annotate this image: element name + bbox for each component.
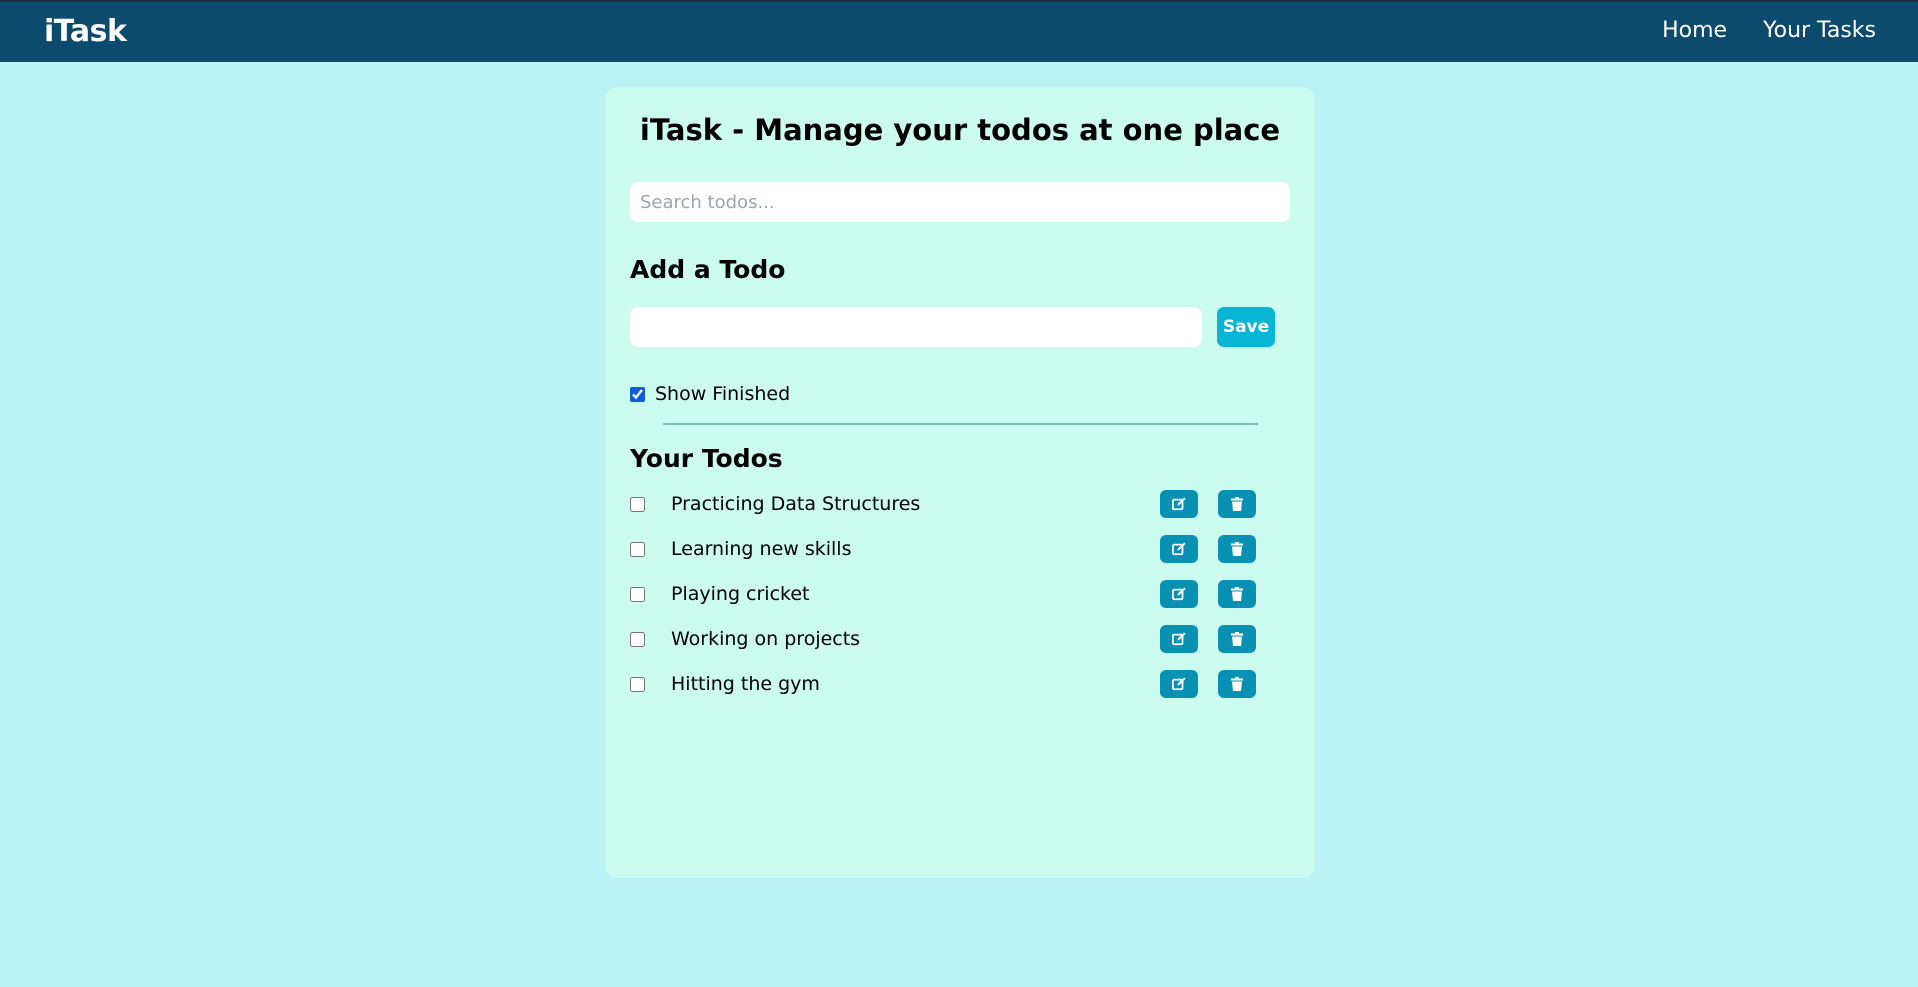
trash-icon: [1231, 677, 1243, 691]
nav-home-link[interactable]: Home: [1662, 18, 1727, 43]
todo-text: Working on projects: [671, 628, 861, 650]
trash-icon: [1231, 497, 1243, 511]
delete-button[interactable]: [1218, 625, 1256, 653]
delete-button[interactable]: [1218, 580, 1256, 608]
todo-item: Working on projects: [630, 622, 1270, 667]
nav-links: Home Your Tasks: [1662, 18, 1876, 43]
todo-item: Practicing Data Structures: [630, 487, 1270, 532]
delete-button[interactable]: [1218, 535, 1256, 563]
add-todo-heading: Add a Todo: [630, 255, 786, 284]
todo-checkbox[interactable]: [630, 542, 645, 557]
edit-icon: [1172, 497, 1186, 511]
edit-button[interactable]: [1160, 490, 1198, 518]
trash-icon: [1231, 632, 1243, 646]
todo-text: Learning new skills: [671, 538, 852, 560]
edit-button[interactable]: [1160, 535, 1198, 563]
edit-icon: [1172, 587, 1186, 601]
todo-item: Hitting the gym: [630, 667, 1270, 712]
page-title: iTask - Manage your todos at one place: [639, 113, 1281, 147]
edit-icon: [1172, 677, 1186, 691]
edit-button[interactable]: [1160, 625, 1198, 653]
edit-button[interactable]: [1160, 670, 1198, 698]
trash-icon: [1231, 587, 1243, 601]
nav-your-tasks-link[interactable]: Your Tasks: [1763, 18, 1876, 43]
your-todos-heading: Your Todos: [630, 444, 783, 473]
todo-checkbox[interactable]: [630, 677, 645, 692]
todo-card: iTask - Manage your todos at one place A…: [605, 87, 1315, 878]
todo-checkbox[interactable]: [630, 497, 645, 512]
edit-icon: [1172, 632, 1186, 646]
divider: [663, 423, 1258, 425]
todo-text: Hitting the gym: [671, 673, 820, 695]
show-finished-label: Show Finished: [655, 383, 791, 405]
todo-list: Practicing Data Structures Learning new …: [630, 487, 1270, 712]
delete-button[interactable]: [1218, 490, 1256, 518]
delete-button[interactable]: [1218, 670, 1256, 698]
todo-item: Playing cricket: [630, 577, 1270, 622]
edit-button[interactable]: [1160, 580, 1198, 608]
todo-text: Playing cricket: [671, 583, 810, 605]
todo-checkbox[interactable]: [630, 587, 645, 602]
show-finished-toggle[interactable]: Show Finished: [630, 383, 790, 405]
todo-item: Learning new skills: [630, 532, 1270, 577]
trash-icon: [1231, 542, 1243, 556]
show-finished-checkbox[interactable]: [630, 386, 645, 402]
add-todo-input[interactable]: [630, 307, 1202, 347]
edit-icon: [1172, 542, 1186, 556]
todo-text: Practicing Data Structures: [671, 493, 921, 515]
top-navbar: iTask Home Your Tasks: [0, 0, 1918, 62]
brand-logo[interactable]: iTask: [44, 14, 127, 49]
save-button[interactable]: Save: [1217, 307, 1275, 347]
search-input[interactable]: [630, 182, 1290, 222]
todo-checkbox[interactable]: [630, 632, 645, 647]
